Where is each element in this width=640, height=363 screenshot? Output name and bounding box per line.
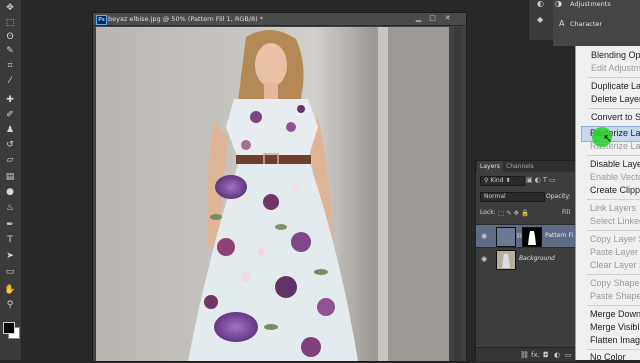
visibility-eye-icon[interactable]: ◉	[481, 255, 489, 263]
photoshop-doc-icon: Ps	[96, 15, 107, 25]
document-titlebar[interactable]: Ps beyaz elbise.jpg @ 50% (Pattern Fill …	[93, 13, 466, 26]
lasso-tool-icon[interactable]: ʘ	[4, 32, 16, 43]
adjustment-layer-icon[interactable]: ◐	[554, 350, 560, 360]
marquee-tool-icon[interactable]: ⬚	[4, 18, 16, 29]
document-title: beyaz elbise.jpg @ 50% (Pattern Fill 1, …	[108, 15, 264, 23]
pen-tool-icon[interactable]: ✒	[4, 220, 16, 231]
adjustments-icon[interactable]: ◐	[537, 0, 547, 8]
clone-stamp-tool-icon[interactable]: ♟	[4, 125, 16, 136]
blend-mode-value: Normal	[484, 193, 506, 200]
link-layers-icon[interactable]: ⛓	[520, 350, 529, 360]
layer-mask-thumbnail	[522, 227, 542, 247]
menu-item-edit-adjustment: Edit Adjustm	[591, 63, 640, 73]
gradient-tool-icon[interactable]: ▤	[4, 172, 16, 183]
blur-tool-icon[interactable]: ●	[4, 187, 16, 198]
lock-label: Lock:	[480, 209, 496, 216]
tab-channels[interactable]: Channels	[503, 161, 537, 172]
healing-brush-tool-icon[interactable]: ✚	[4, 95, 16, 106]
close-icon[interactable]: ✕	[442, 14, 453, 23]
document-vertical-scrollbar[interactable]	[454, 27, 462, 361]
fill-label: Fill	[562, 209, 571, 216]
kind-filter-label: Kind	[490, 177, 504, 184]
minimize-icon[interactable]: ▁	[413, 14, 424, 23]
top-right-panels: ◑ Adjustments A Character	[553, 0, 640, 46]
document-window: Ps beyaz elbise.jpg @ 50% (Pattern Fill …	[92, 12, 467, 362]
foreground-color-swatch[interactable]	[3, 322, 15, 334]
layer-row-pattern-fill[interactable]: ◉ ⛓ Pattern Fi	[476, 224, 576, 247]
move-tool-icon[interactable]: ✥	[4, 3, 16, 14]
layer-name[interactable]: Background	[519, 255, 555, 263]
menu-item-delete-layer[interactable]: Delete Layer	[591, 94, 640, 105]
layer-row-background[interactable]: ◉ Background	[476, 247, 576, 270]
hand-tool-icon[interactable]: ✋	[4, 285, 16, 296]
adjustments-panel-label[interactable]: Adjustments	[570, 0, 611, 8]
crop-tool-icon[interactable]: ⌗	[4, 61, 16, 72]
character-panel-label[interactable]: Character	[570, 20, 602, 29]
maximize-icon[interactable]: □	[427, 14, 438, 23]
layers-panel-tabs: Layers Channels	[476, 161, 576, 172]
brush-tool-icon[interactable]: ✐	[4, 110, 16, 121]
blend-mode-select[interactable]: Normal	[480, 192, 545, 202]
menu-item-blending-options[interactable]: Blending Op	[591, 50, 640, 61]
add-mask-icon[interactable]: ◘	[543, 350, 549, 360]
eyedropper-tool-icon[interactable]: ⁄	[4, 76, 16, 87]
history-brush-tool-icon[interactable]: ↺	[4, 140, 16, 151]
zoom-tool-icon[interactable]: ⚲	[4, 300, 16, 311]
visibility-eye-icon[interactable]: ◉	[481, 232, 489, 240]
character-icon[interactable]: A	[559, 19, 564, 29]
path-select-tool-icon[interactable]: ➤	[4, 251, 16, 262]
model-in-floral-dress-image	[188, 27, 449, 361]
menu-item-duplicate-layer[interactable]: Duplicate La	[591, 81, 640, 92]
menu-separator	[588, 77, 640, 78]
type-tool-icon[interactable]: T	[4, 235, 16, 246]
lock-options-icons[interactable]: ⬚✎✥🔒	[498, 209, 531, 217]
mouse-cursor-icon: ↖	[603, 132, 613, 145]
kind-filter-select[interactable]: ⚲ Kind ⬍	[480, 176, 525, 186]
eraser-tool-icon[interactable]: ▱	[4, 155, 16, 166]
adjustments-panel-icon[interactable]: ◑	[555, 0, 565, 8]
layer-context-menu: Blending Op Edit Adjustm Duplicate La De…	[575, 46, 640, 360]
fx-icon[interactable]: fx.	[531, 350, 540, 360]
menu-separator	[588, 108, 640, 109]
dodge-tool-icon[interactable]: ♨	[4, 203, 16, 214]
canvas-image[interactable]	[96, 27, 449, 361]
quick-select-tool-icon[interactable]: ✎	[4, 46, 16, 57]
background-thumbnail	[496, 250, 516, 270]
layers-panel: Layers Channels ⚲ Kind ⬍ ▣◐T▭ Normal Opa…	[475, 160, 577, 362]
tab-layers[interactable]: Layers	[477, 161, 503, 172]
pattern-fill-thumbnail	[496, 227, 516, 247]
styles-icon[interactable]: ◆	[537, 15, 547, 25]
shape-tool-icon[interactable]: ▭	[4, 267, 16, 278]
filter-type-icons[interactable]: ▣◐T▭	[526, 176, 571, 185]
new-group-icon[interactable]: ▭	[565, 350, 572, 360]
tools-panel: ✥ ⬚ ʘ ✎ ⌗ ⁄ ✚ ✐ ♟ ↺ ▱ ▤ ● ♨ ✒ T ➤ ▭ ✋ ⚲	[0, 0, 22, 360]
opacity-label: Opacity:	[546, 193, 571, 200]
layer-name[interactable]: Pattern Fi	[545, 232, 573, 240]
menu-item-convert-to-smart-object[interactable]: Convert to S	[591, 112, 640, 123]
